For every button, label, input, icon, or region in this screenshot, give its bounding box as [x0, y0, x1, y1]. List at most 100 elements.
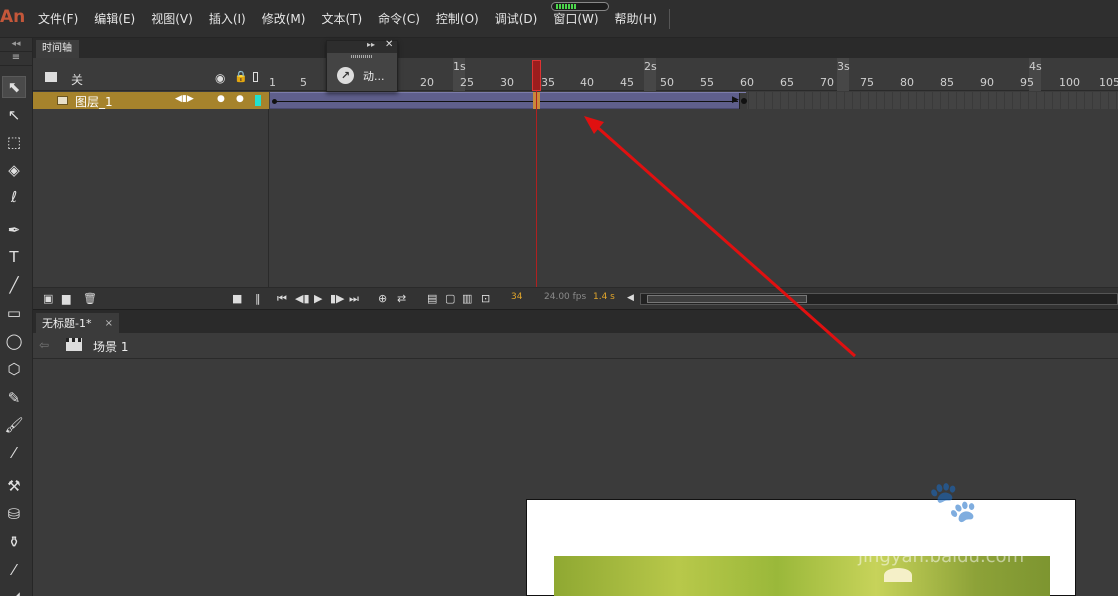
menu-debug[interactable]: 调试(D) — [487, 0, 546, 38]
keyframe-nav-icon[interactable]: ◀▮▶ — [175, 94, 194, 104]
polystar-tool-icon[interactable]: ⬡ — [2, 358, 26, 380]
next-frame-icon[interactable]: ▮▶ — [330, 292, 345, 305]
menu-file[interactable]: 文件(F) — [30, 0, 86, 38]
3d-rotation-tool-icon[interactable]: ◈ — [2, 159, 26, 181]
frame-number: 75 — [860, 76, 874, 89]
performance-meter — [551, 2, 609, 11]
eraser-tool-icon[interactable]: ◢ — [2, 586, 26, 596]
menu-insert[interactable]: 插入(I) — [201, 0, 254, 38]
paint-bucket-tool-icon[interactable]: ⛁ — [2, 503, 26, 525]
scrollbar-thumb[interactable] — [647, 295, 807, 303]
edit-bar: ⇦ 场景 1 — [33, 333, 1118, 359]
onion-outline-icon[interactable]: ▢ — [445, 292, 455, 305]
end-keyframe-cell[interactable] — [739, 93, 747, 109]
menu-control[interactable]: 控制(O) — [428, 0, 487, 38]
layer-color-chip[interactable] — [255, 95, 261, 106]
timeline-frames: 1s 2s 3s 4s 1 5 20 25 30 35 40 45 50 55 … — [269, 58, 1118, 287]
paint-brush-tool-icon[interactable]: 🖌 — [2, 414, 26, 436]
elapsed-time[interactable]: 1.4 s — [593, 292, 615, 302]
bone-tool-icon[interactable]: ⚒ — [2, 475, 26, 497]
playhead[interactable] — [532, 60, 541, 91]
menu-bar: An 文件(F) 编辑(E) 视图(V) 插入(I) 修改(M) 文本(T) 命… — [0, 0, 1118, 38]
new-folder-icon[interactable]: ▆ — [62, 292, 70, 305]
layer-header-label: 关 — [71, 73, 84, 87]
ink-bottle-tool-icon[interactable]: ⚱ — [2, 531, 26, 553]
text-tool-icon[interactable]: T — [2, 246, 26, 268]
layer-list-area — [33, 109, 269, 287]
menu-text[interactable]: 文本(T) — [313, 0, 370, 38]
onion-skin-icon[interactable]: ▤ — [427, 292, 437, 305]
menu-help[interactable]: 帮助(H) — [607, 0, 665, 38]
panel-grip-icon[interactable]: ‖ — [255, 292, 261, 305]
frame-number: 30 — [500, 76, 514, 89]
free-transform-tool-icon[interactable]: ⬚ — [2, 131, 26, 153]
scene-clapper-icon[interactable] — [66, 338, 82, 351]
back-arrow-icon[interactable]: ⇦ — [39, 338, 49, 352]
tab-timeline[interactable]: 时间轴 — [36, 40, 79, 58]
motion-presets-panel: ▸▸ ✕ ↗ 动... — [326, 39, 398, 92]
pencil-tool-icon[interactable]: ✎ — [2, 387, 26, 409]
close-icon[interactable]: ✕ — [385, 39, 393, 50]
brush-tool-icon[interactable]: ⁄ — [2, 442, 26, 464]
timeline-tabbar: 时间轴 — [33, 38, 1118, 58]
menu-separator — [668, 8, 670, 29]
scroll-left-icon[interactable]: ◀ — [627, 293, 634, 303]
center-frame-icon[interactable]: ⊕ — [378, 292, 387, 305]
last-frame-icon[interactable]: ⏭ — [349, 292, 359, 306]
close-document-icon[interactable]: × — [105, 313, 113, 334]
layer-row[interactable]: 图层_1 ◀▮▶ ● ● — [33, 92, 269, 109]
frame-number: 35 — [541, 76, 555, 89]
panel-grip-icon[interactable] — [351, 55, 373, 58]
menu-commands[interactable]: 命令(C) — [370, 0, 428, 38]
subselection-tool-icon[interactable]: ↖ — [2, 104, 26, 126]
watermark-brand: Bai — [858, 506, 923, 547]
layer-name[interactable]: 图层_1 — [75, 93, 113, 110]
scene-name[interactable]: 场景 1 — [93, 338, 128, 355]
lock-dot-icon[interactable]: ● — [236, 94, 244, 104]
rectangle-tool-icon[interactable]: ▭ — [2, 302, 26, 324]
line-tool-icon[interactable]: ╱ — [2, 274, 26, 296]
frame-number: 90 — [980, 76, 994, 89]
tools-menu-icon[interactable]: ≡ — [0, 52, 32, 66]
loop-icon[interactable]: ⇄ — [397, 292, 406, 305]
baidu-watermark: 🐾 Bai 经验 jingyan.baidu.com — [858, 479, 1068, 580]
eye-icon[interactable]: ◉ — [215, 71, 225, 85]
collapse-panel-icon[interactable]: ▸▸ — [367, 40, 375, 49]
eyedropper-tool-icon[interactable]: ⁄ — [2, 559, 26, 581]
first-frame-icon[interactable]: ⏮ — [277, 292, 287, 306]
delete-layer-icon[interactable]: 🗑 — [83, 292, 97, 305]
panel-titlebar[interactable]: ▸▸ ✕ — [327, 39, 397, 53]
new-layer-icon[interactable]: ▣ — [43, 292, 53, 305]
current-frame[interactable]: 34 — [511, 292, 522, 302]
motion-presets-label[interactable]: 动... — [363, 68, 385, 84]
frame-number: 100 — [1059, 76, 1080, 89]
frame-number: 20 — [420, 76, 434, 89]
frame-number: 1 — [269, 76, 276, 89]
collapse-tools-icon[interactable]: ◂◂ — [0, 38, 32, 52]
menu-modify[interactable]: 修改(M) — [254, 0, 314, 38]
visibility-dot-icon[interactable]: ● — [217, 94, 225, 104]
tween-line — [276, 101, 738, 102]
edit-multiple-icon[interactable]: ▥ — [462, 292, 472, 305]
prev-frame-icon[interactable]: ◀▮ — [295, 292, 310, 305]
camera-icon[interactable]: ■ — [232, 292, 242, 305]
keyframe-end[interactable] — [741, 98, 747, 104]
motion-tween-span[interactable]: ▶ — [270, 92, 746, 109]
frame-number: 65 — [780, 76, 794, 89]
pen-tool-icon[interactable]: ✒ — [2, 219, 26, 241]
lasso-tool-icon[interactable]: ℓ — [2, 186, 26, 208]
lock-icon[interactable]: 🔒 — [234, 70, 248, 83]
timeline-scrollbar[interactable] — [640, 293, 1118, 305]
frame-rate[interactable]: 24.00 fps — [544, 292, 586, 302]
outline-icon[interactable] — [253, 72, 258, 82]
tab-document[interactable]: 无标题-1* × — [36, 313, 119, 334]
menu-edit[interactable]: 编辑(E) — [86, 0, 143, 38]
oval-tool-icon[interactable]: ◯ — [2, 330, 26, 352]
menu-view[interactable]: 视图(V) — [143, 0, 201, 38]
selection-tool-icon[interactable]: ⬉ — [2, 76, 26, 98]
onion-markers-icon[interactable]: ⊡ — [481, 292, 490, 305]
frame-number: 40 — [580, 76, 594, 89]
motion-presets-icon[interactable]: ↗ — [337, 67, 354, 84]
second-label: 2s — [644, 60, 657, 73]
play-icon[interactable]: ▶ — [314, 292, 322, 305]
